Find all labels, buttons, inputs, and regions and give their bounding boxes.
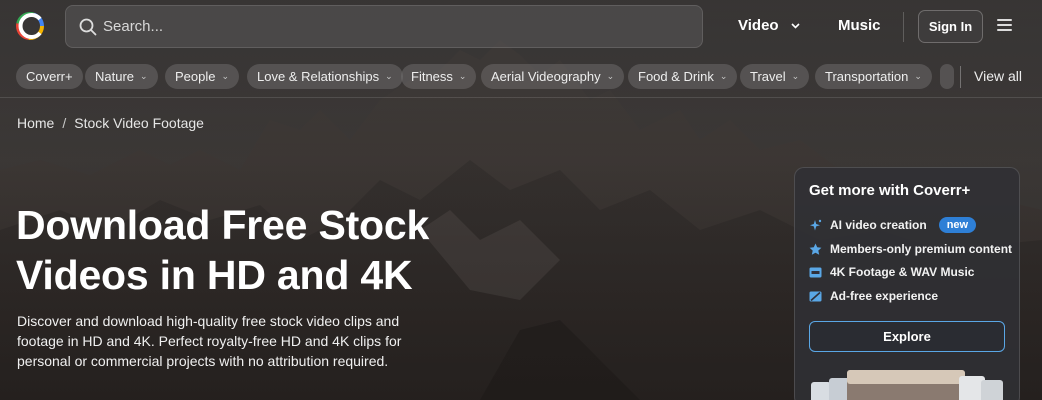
feature-item: 4K Footage & WAV Music [809,265,974,279]
coverr-plus-card: Get more with Coverr+ AI video creation … [794,167,1020,400]
feature-label: 4K Footage & WAV Music [830,265,975,279]
4k-icon [809,267,822,277]
chevron-down-icon: ⌄ [140,71,148,81]
category-chip-coverr-plus[interactable]: Coverr+ [16,64,83,89]
chevron-down-icon: ⌄ [458,71,467,81]
category-bar: Coverr+ Nature ⌄ People ⌄ Love & Relatio… [0,58,1042,98]
breadcrumb-current: Stock Video Footage [74,115,204,131]
category-chip-label: Transportation [825,69,909,84]
chevron-down-icon: ⌄ [221,71,230,81]
category-chip-transportation[interactable]: Transportation ⌄ [815,64,932,89]
feature-item: AI video creation new [809,217,977,233]
search-input[interactable] [103,18,663,35]
breadcrumb-home-link[interactable]: Home [17,115,54,131]
category-chip-nature[interactable]: Nature ⌄ [85,64,158,89]
search-bar[interactable] [65,5,703,48]
chevron-down-icon: ⌄ [606,71,615,81]
category-chip-label: Nature [95,69,135,84]
category-chip-label: People [175,69,216,84]
star-badge-icon [809,243,822,255]
feature-label: AI video creation [830,218,927,232]
category-chip-label: Fitness [411,69,453,84]
category-chip-food-drink[interactable]: Food & Drink ⌄ [628,64,738,89]
feature-label: Ad-free experience [830,289,939,303]
menu-icon[interactable] [997,19,1012,32]
category-chip-label: Coverr+ [26,69,73,84]
feature-item: Members-only premium content [809,242,1012,256]
page-title-line: Download Free Stock [16,202,430,248]
category-chip-label: Aerial Videography [491,69,601,84]
explore-button[interactable]: Explore [809,321,1005,352]
category-chip-label: Love & Relationships [257,69,380,84]
category-chip-label: Food & Drink [638,69,714,84]
breadcrumb-separator: / [62,115,67,131]
preview-thumbnails [811,370,1003,400]
new-badge: new [938,217,977,233]
header-divider [903,12,904,42]
category-chip-travel[interactable]: Travel ⌄ [740,64,810,89]
chevron-down-icon: ⌄ [719,71,728,81]
no-ads-icon [809,291,822,301]
page-title-line: Videos in HD and 4K [16,252,413,298]
category-chip-overflow[interactable] [940,64,954,89]
category-chip-love-relationships[interactable]: Love & Relationships ⌄ [247,64,403,89]
sparkle-icon [810,219,822,230]
nav-music-link[interactable]: Music [838,17,881,34]
chevron-down-icon [791,22,800,29]
feature-label: Members-only premium content [830,242,1013,256]
category-chip-label: Travel [750,69,786,84]
card-title: Get more with Coverr+ [809,182,971,199]
feature-item: Ad-free experience [809,289,938,303]
chevron-down-icon: ⌄ [385,71,393,81]
nav-video-label: Video [738,17,779,34]
top-header: Video Music Sign In [0,0,1042,52]
view-all-link[interactable]: View all [974,68,1022,84]
page-title: Download Free Stock Videos in HD and 4K [16,200,486,300]
chevron-down-icon: ⌄ [914,71,922,81]
category-divider [960,66,961,88]
nav-video-dropdown[interactable]: Video [738,17,800,34]
chevron-down-icon: ⌄ [791,71,800,81]
sign-in-button[interactable]: Sign In [918,10,983,43]
breadcrumb: Home / Stock Video Footage [17,115,204,131]
coverr-logo[interactable] [14,10,48,42]
category-chip-fitness[interactable]: Fitness ⌄ [401,64,477,89]
search-icon [79,18,97,35]
category-chip-people[interactable]: People ⌄ [165,64,240,89]
category-chip-aerial-videography[interactable]: Aerial Videography ⌄ [481,64,625,89]
page-description: Discover and download high-quality free … [17,313,402,369]
